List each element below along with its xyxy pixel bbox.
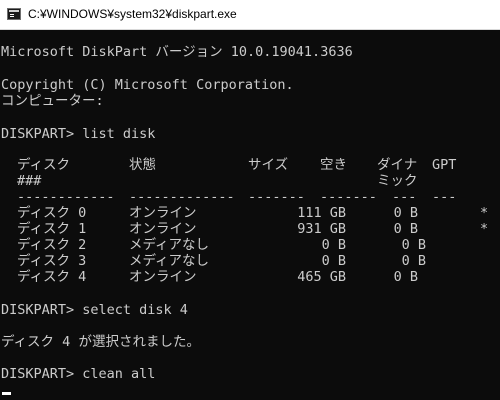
row-disk: ディスク 2 [17,237,87,253]
row-gpt: * [480,205,489,221]
row-free: 0 B [401,253,426,269]
header-disk: ディスク [17,157,71,173]
row-disk: ディスク 0 [17,205,87,221]
row-disk: ディスク 3 [17,253,87,269]
separator-size: ------- [248,189,305,205]
row-disk: ディスク 1 [17,221,87,237]
header-dynamic-2: ミック [377,173,418,189]
header-gpt: GPT [432,157,457,173]
header-status: 状態 [129,157,156,173]
select-disk-command: DISKPART> select disk 4 [1,302,188,318]
row-free: 0 B [393,269,418,285]
row-status: メディアなし [129,237,210,253]
row-status: オンライン [129,221,197,237]
clean-all-command: DISKPART> clean all [1,366,156,382]
console-app-icon [7,8,21,20]
separator-free: ------- [320,189,377,205]
list-disk-command: DISKPART> list disk [1,126,156,142]
diskpart-window: C:¥WINDOWS¥system32¥diskpart.exe Microso… [0,0,500,400]
row-free: 0 B [393,221,418,237]
row-gpt: * [480,221,489,237]
row-free: 0 B [393,205,418,221]
title-bar[interactable]: C:¥WINDOWS¥system32¥diskpart.exe [0,0,500,30]
text-cursor [2,392,11,395]
header-free: 空き [320,157,347,173]
console-output[interactable]: Microsoft DiskPart バージョン 10.0.19041.3636… [0,30,500,400]
row-free: 0 B [401,237,426,253]
copyright-line: Copyright (C) Microsoft Corporation. [1,77,294,93]
row-disk: ディスク 4 [17,269,87,285]
separator-disk: ------------ [17,189,115,205]
version-line: Microsoft DiskPart バージョン 10.0.19041.3636 [1,44,353,60]
row-status: オンライン [129,269,197,285]
separator-dynamic: --- [392,189,417,205]
header-disk-number: ### [17,173,42,189]
computer-line: コンピューター: [1,93,104,109]
row-status: オンライン [129,205,197,221]
header-dynamic: ダイナ [377,157,418,173]
select-result-message: ディスク 4 が選択されました。 [1,334,200,350]
row-status: メディアなし [129,253,210,269]
header-size: サイズ [248,157,289,173]
window-title: C:¥WINDOWS¥system32¥diskpart.exe [28,7,237,21]
separator-gpt: --- [432,189,457,205]
separator-status: ------------- [129,189,235,205]
